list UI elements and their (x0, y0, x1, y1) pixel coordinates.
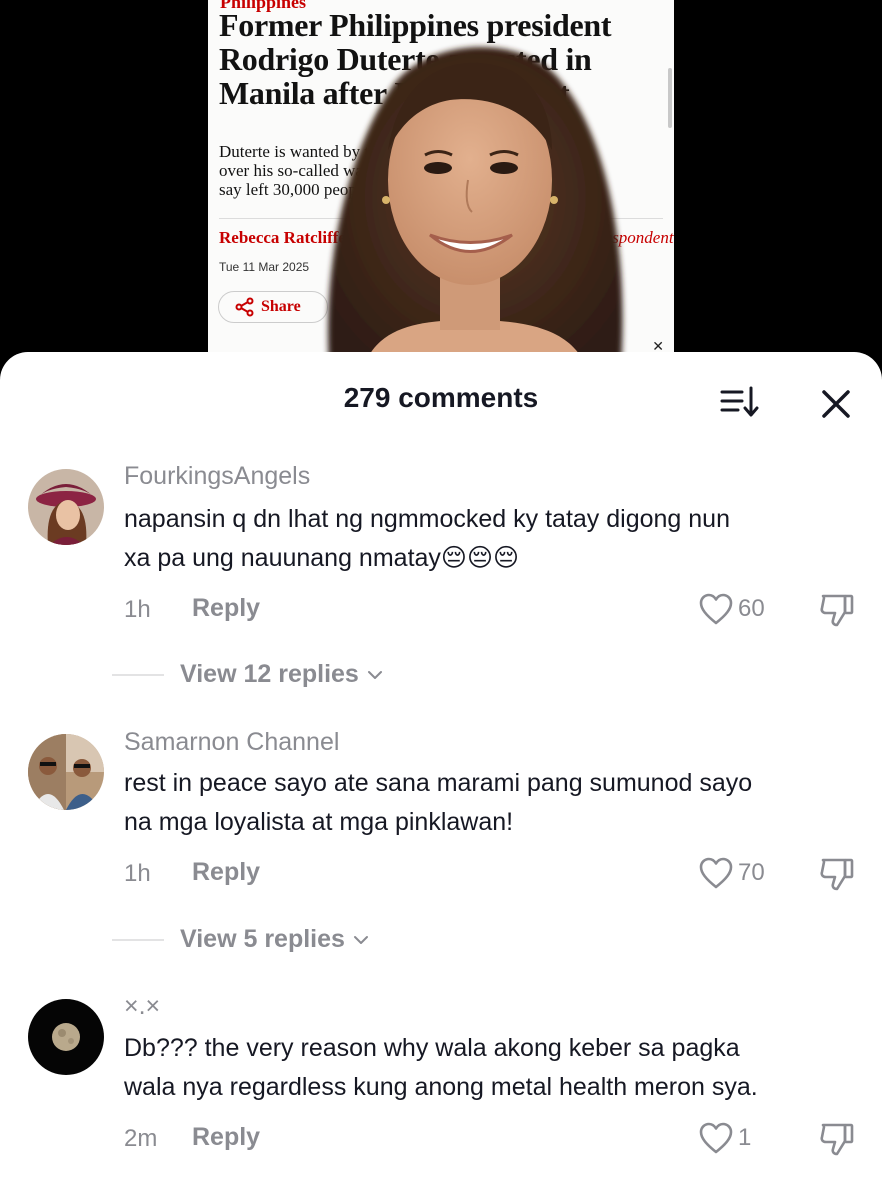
avatar[interactable] (28, 734, 104, 810)
comment-time: 1h (124, 860, 151, 887)
heart-icon (699, 857, 733, 889)
like-button[interactable]: 70 (698, 856, 765, 890)
divider (112, 938, 164, 941)
like-button[interactable]: 60 (698, 592, 765, 626)
comment-text-line: Db??? the very reason why wala akong keb… (124, 1034, 740, 1062)
divider (112, 673, 164, 676)
reply-button[interactable]: Reply (192, 594, 260, 623)
view-replies-button[interactable]: View 5 replies (112, 925, 369, 954)
comment-time: 1h (124, 596, 151, 623)
view-replies-label: View 5 replies (180, 925, 345, 953)
heart-icon (699, 593, 733, 625)
like-count: 1 (738, 1124, 752, 1151)
reply-button[interactable]: Reply (192, 858, 260, 887)
share-icon (235, 297, 254, 317)
dislike-icon[interactable] (818, 856, 856, 892)
comments-sheet: 279 comments FourkingsAngels napansin q … (0, 352, 882, 1200)
video-player[interactable]: Philippines Former Philippines president… (0, 0, 882, 380)
avatar[interactable] (28, 999, 104, 1075)
close-icon[interactable] (816, 384, 856, 424)
chevron-down-icon (367, 670, 382, 679)
comment-text: Db??? the very reason why wala akong keb… (124, 1029, 854, 1107)
creator-image (328, 47, 623, 380)
comment-text: napansin q dn lhat ng ngmmocked ky tatay… (124, 500, 854, 578)
comment-username[interactable]: Samarnon Channel (124, 728, 339, 757)
chevron-down-icon (353, 935, 368, 944)
avatar[interactable] (28, 469, 104, 545)
view-replies-label: View 12 replies (180, 660, 359, 688)
comment-text-line: napansin q dn lhat ng ngmmocked ky tatay… (124, 505, 730, 533)
like-button[interactable]: 1 (698, 1121, 751, 1155)
comment-text: rest in peace sayo ate sana marami pang … (124, 764, 854, 842)
sort-icon[interactable] (716, 382, 762, 422)
comment-username[interactable]: FourkingsAngels (124, 462, 310, 491)
comment-text-line: na mga loyalista at mga pinklawan! (124, 808, 514, 836)
view-replies-button[interactable]: View 12 replies (112, 660, 383, 689)
comment-text-line: rest in peace sayo ate sana marami pang … (124, 769, 753, 797)
heart-icon (699, 1122, 733, 1154)
comment-username[interactable]: ×.× (124, 992, 160, 1021)
article-scrollbar (668, 68, 672, 128)
dislike-icon[interactable] (818, 1121, 856, 1157)
comment-text-line: wala nya regardless kung anong metal hea… (124, 1073, 758, 1101)
like-count: 60 (738, 595, 765, 622)
like-count: 70 (738, 859, 765, 886)
dislike-icon[interactable] (818, 592, 856, 628)
reply-button[interactable]: Reply (192, 1123, 260, 1152)
comment-text-line: xa pa ung nauunang nmatay😔😔😔 (124, 544, 520, 572)
comment-time: 2m (124, 1125, 158, 1152)
